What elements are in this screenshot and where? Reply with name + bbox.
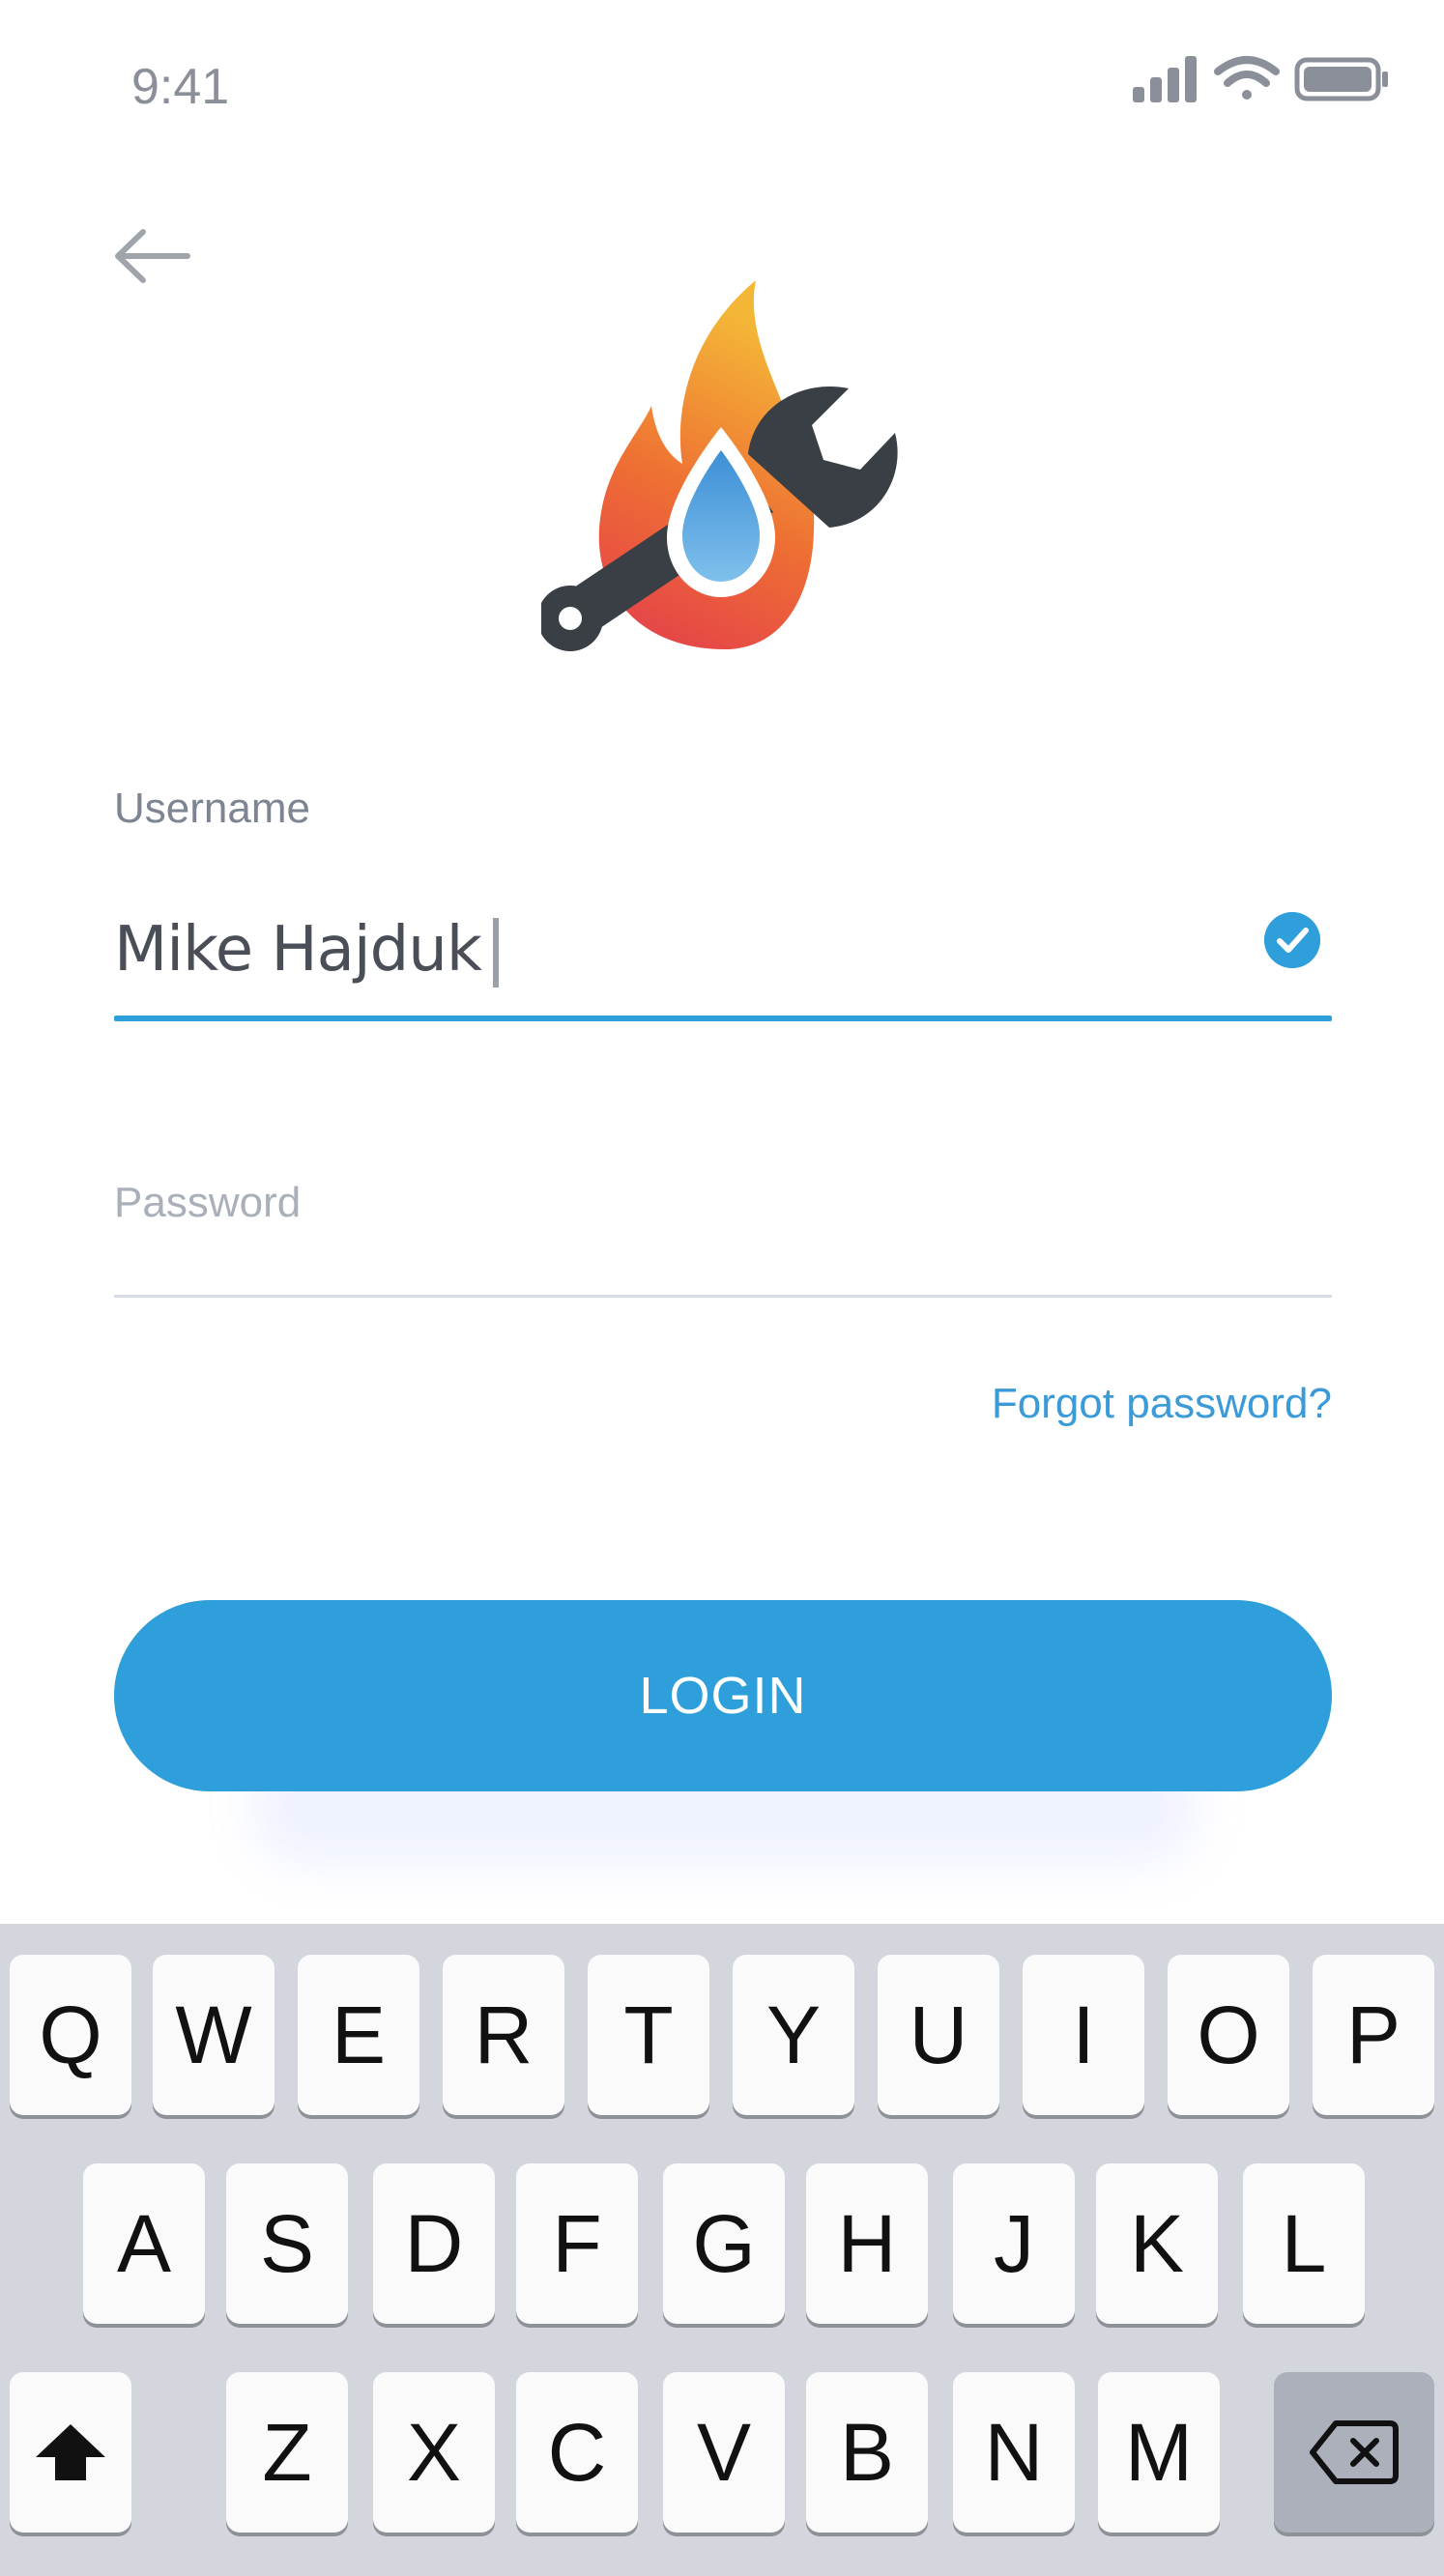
keyboard: Q W E R T Y U I O P A S D F G H J K L Z … <box>0 1924 1444 2576</box>
login-button-label: LOGIN <box>639 1667 807 1725</box>
shift-key[interactable] <box>10 2372 131 2533</box>
battery-icon <box>1294 57 1388 101</box>
key-s[interactable]: S <box>226 2163 348 2324</box>
fire-water-wrench-logo <box>541 280 898 651</box>
key-u[interactable]: U <box>878 1955 999 2115</box>
username-value: Mike Hajduk <box>114 914 482 986</box>
backspace-key[interactable] <box>1274 2372 1434 2533</box>
key-m[interactable]: M <box>1098 2372 1220 2533</box>
key-l[interactable]: L <box>1243 2163 1365 2324</box>
password-input[interactable]: Password <box>114 1179 1332 1299</box>
key-b[interactable]: B <box>806 2372 928 2533</box>
forgot-password-link[interactable]: Forgot password? <box>992 1380 1332 1428</box>
key-y[interactable]: Y <box>733 1955 854 2115</box>
key-w[interactable]: W <box>153 1955 274 2115</box>
key-k[interactable]: K <box>1096 2163 1218 2324</box>
key-z[interactable]: Z <box>226 2372 348 2533</box>
username-label: Username <box>114 785 310 832</box>
key-g[interactable]: G <box>663 2163 785 2324</box>
login-button[interactable]: LOGIN <box>114 1600 1332 1791</box>
wifi-icon <box>1214 56 1280 100</box>
status-time: 9:41 <box>131 59 230 115</box>
username-input[interactable]: Mike Hajduk <box>114 914 499 988</box>
key-n[interactable]: N <box>953 2372 1075 2533</box>
signal-icon <box>1133 56 1197 102</box>
shift-icon <box>36 2424 105 2480</box>
key-f[interactable]: F <box>516 2163 638 2324</box>
key-v[interactable]: V <box>663 2372 785 2533</box>
key-t[interactable]: T <box>588 1955 709 2115</box>
key-d[interactable]: D <box>373 2163 495 2324</box>
key-j[interactable]: J <box>953 2163 1075 2324</box>
arrow-left-icon[interactable] <box>110 222 193 290</box>
key-a[interactable]: A <box>83 2163 205 2324</box>
password-underline <box>114 1295 1332 1298</box>
check-circle-icon <box>1264 912 1320 968</box>
key-o[interactable]: O <box>1168 1955 1289 2115</box>
key-e[interactable]: E <box>298 1955 419 2115</box>
password-placeholder: Password <box>114 1179 302 1226</box>
key-c[interactable]: C <box>516 2372 638 2533</box>
username-underline <box>114 1016 1332 1021</box>
status-icons <box>1133 56 1388 102</box>
key-h[interactable]: H <box>806 2163 928 2324</box>
key-x[interactable]: X <box>373 2372 495 2533</box>
key-q[interactable]: Q <box>10 1955 131 2115</box>
text-caret <box>492 918 499 988</box>
backspace-icon <box>1310 2420 1399 2484</box>
key-i[interactable]: I <box>1023 1955 1144 2115</box>
key-r[interactable]: R <box>443 1955 564 2115</box>
key-p[interactable]: P <box>1313 1955 1434 2115</box>
